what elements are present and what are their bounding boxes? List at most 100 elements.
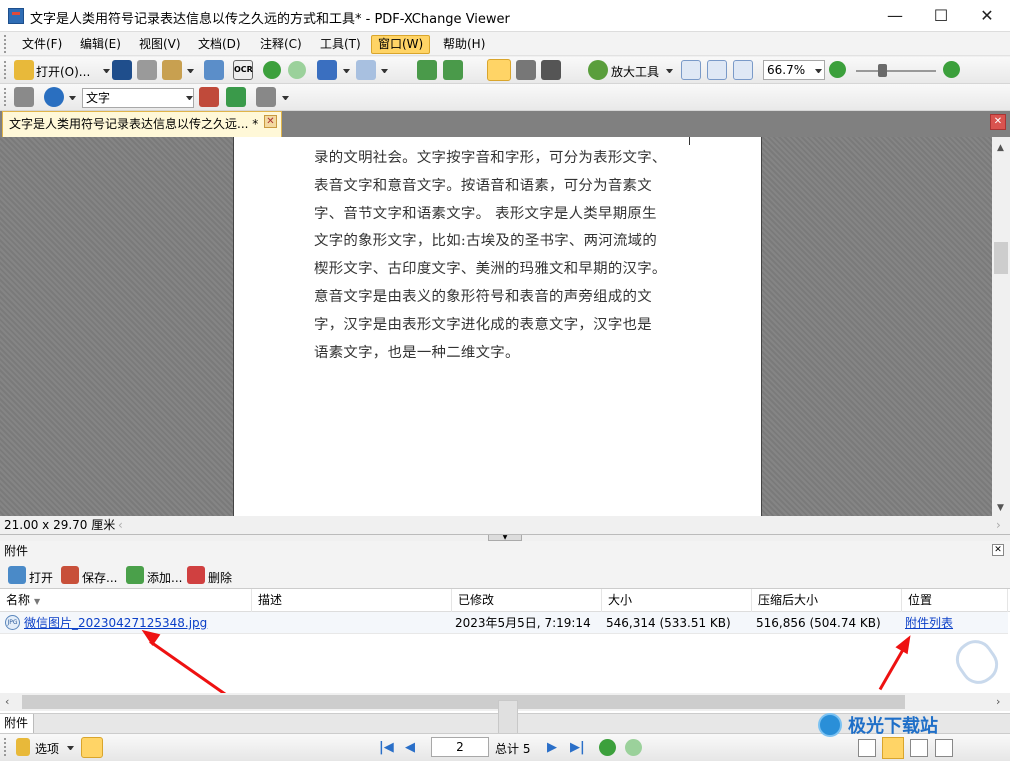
attachment-location-link[interactable]: 附件列表 xyxy=(905,612,953,634)
text-select-icon[interactable] xyxy=(541,60,561,80)
fit-width-icon[interactable] xyxy=(733,60,753,80)
hand-tool-icon[interactable] xyxy=(487,59,511,81)
export-icon[interactable] xyxy=(162,60,182,80)
chevron-down-icon[interactable] xyxy=(282,96,289,100)
chevron-down-icon[interactable] xyxy=(381,69,388,73)
attachments-pane-tab[interactable]: 附件 xyxy=(0,714,34,733)
chevron-down-icon[interactable] xyxy=(69,96,76,100)
continuous-facing-view-icon[interactable] xyxy=(935,739,953,757)
menu-window[interactable]: 窗口(W) xyxy=(371,35,431,54)
chevron-down-icon[interactable] xyxy=(666,69,673,73)
menu-document[interactable]: 文档(D) xyxy=(192,35,247,54)
stamp-icon[interactable] xyxy=(199,87,219,107)
chevron-down-icon[interactable] xyxy=(67,746,74,750)
attachment-panel-toggle-icon[interactable] xyxy=(81,737,103,758)
vertical-scroll-thumb[interactable] xyxy=(994,242,1008,274)
snapshot-camera-icon[interactable] xyxy=(516,60,536,80)
vertical-scrollbar[interactable]: ▲ ▼ xyxy=(992,137,1010,516)
menu-view[interactable]: 视图(V) xyxy=(133,35,187,54)
document-tab[interactable]: 文字是人类用符号记录表达信息以传之久远... * xyxy=(2,111,282,137)
toolbar-grip[interactable] xyxy=(4,88,8,106)
zoom-tool-label[interactable]: 放大工具 xyxy=(611,63,659,80)
chevron-down-icon[interactable] xyxy=(815,69,822,73)
facing-view-icon[interactable] xyxy=(910,739,928,757)
close-document-icon[interactable]: ✕ xyxy=(990,114,1006,130)
menu-file[interactable]: 文件(F) xyxy=(16,35,68,54)
pdf-page[interactable]: 录的文明社会。文字按字音和字形，可分为表形文字、 表音文字和意音文字。按语音和语… xyxy=(233,137,762,516)
scanner-icon[interactable] xyxy=(204,60,224,80)
actual-size-icon[interactable] xyxy=(681,60,701,80)
current-page-input[interactable]: 2 xyxy=(431,737,489,757)
browser-search-icon[interactable] xyxy=(44,87,64,107)
toolbar-grip[interactable] xyxy=(4,35,8,53)
last-page-icon[interactable]: ▶| xyxy=(570,740,585,755)
rotate-left-icon[interactable] xyxy=(417,60,437,80)
column-size-header[interactable]: 大小 xyxy=(602,589,752,612)
first-page-icon[interactable]: |◀ xyxy=(379,740,394,755)
rotate-right-icon[interactable] xyxy=(443,60,463,80)
panel-splitter[interactable]: ▼ xyxy=(0,534,1010,541)
next-page-icon[interactable]: ▶ xyxy=(547,740,557,755)
chevron-down-icon[interactable] xyxy=(186,96,193,100)
fit-page-icon[interactable] xyxy=(707,60,727,80)
scroll-right-icon[interactable]: › xyxy=(996,695,1000,708)
highlight-tool-icon[interactable] xyxy=(256,87,276,107)
minimize-button[interactable]: — xyxy=(872,0,918,32)
flag-options-icon[interactable] xyxy=(16,738,30,756)
delete-attachment-button[interactable]: 删除 xyxy=(208,569,232,586)
back-arrow-icon[interactable] xyxy=(263,61,281,79)
scroll-left-icon[interactable]: ‹ xyxy=(5,695,9,708)
zoom-slider-track[interactable] xyxy=(856,70,936,72)
redo-icon[interactable] xyxy=(356,60,376,80)
panel-close-icon[interactable]: ✕ xyxy=(992,544,1004,556)
sign-icon[interactable] xyxy=(226,87,246,107)
open-button-label[interactable]: 打开(O)... xyxy=(36,63,90,80)
open-attachment-button[interactable]: 打开 xyxy=(29,569,53,586)
print-icon[interactable] xyxy=(137,60,157,80)
save-icon[interactable] xyxy=(112,60,132,80)
scroll-down-icon[interactable]: ▼ xyxy=(997,503,1004,513)
column-compressed-header[interactable]: 压缩后大小 xyxy=(752,589,902,612)
menu-edit[interactable]: 编辑(E) xyxy=(74,35,127,54)
open-attachment-icon[interactable] xyxy=(8,566,26,584)
open-folder-icon[interactable] xyxy=(14,60,34,80)
menu-help[interactable]: 帮助(H) xyxy=(437,35,491,54)
column-location-header[interactable]: 位置 xyxy=(902,589,1008,612)
previous-page-icon[interactable]: ◀ xyxy=(405,740,415,755)
toolbar-grip[interactable] xyxy=(4,61,8,79)
options-button[interactable]: 选项 xyxy=(35,740,59,757)
search-text-input[interactable]: 文字 xyxy=(82,88,194,108)
forward-view-icon[interactable] xyxy=(625,739,642,756)
pane-scroll-handle[interactable] xyxy=(498,700,518,734)
column-name-header[interactable]: 名称 ▼ xyxy=(0,589,252,612)
ocr-icon[interactable]: OCR xyxy=(233,60,253,80)
attachment-name-link[interactable]: 微信图片_20230427125348.jpg xyxy=(24,612,207,634)
chevron-down-icon[interactable] xyxy=(187,69,194,73)
forward-arrow-icon[interactable] xyxy=(288,61,306,79)
chevron-down-icon[interactable] xyxy=(343,69,350,73)
undo-icon[interactable] xyxy=(317,60,337,80)
back-view-icon[interactable] xyxy=(599,739,616,756)
toolbar-grip[interactable] xyxy=(4,738,8,756)
zoom-in-icon[interactable] xyxy=(943,61,960,78)
column-description-header[interactable]: 描述 xyxy=(252,589,452,612)
save-attachment-icon[interactable] xyxy=(61,566,79,584)
chevron-down-icon[interactable] xyxy=(103,69,110,73)
menu-comment[interactable]: 注释(C) xyxy=(254,35,308,54)
add-attachment-icon[interactable] xyxy=(126,566,144,584)
delete-attachment-icon[interactable] xyxy=(187,566,205,584)
save-attachment-button[interactable]: 保存... xyxy=(82,569,117,586)
menu-tools[interactable]: 工具(T) xyxy=(314,35,367,54)
add-attachment-button[interactable]: 添加... xyxy=(147,569,182,586)
zoom-out-icon[interactable] xyxy=(829,61,846,78)
horizontal-scroll-thumb[interactable] xyxy=(22,695,905,709)
close-button[interactable]: ✕ xyxy=(964,0,1010,32)
zoom-in-magnifier-icon[interactable] xyxy=(588,60,608,80)
maximize-button[interactable]: ☐ xyxy=(918,0,964,32)
continuous-view-icon[interactable] xyxy=(882,737,904,759)
tab-close-icon[interactable]: ✕ xyxy=(264,115,277,128)
scroll-right-icon[interactable]: › xyxy=(996,516,1001,534)
search-binoculars-icon[interactable] xyxy=(14,87,34,107)
scroll-up-icon[interactable]: ▲ xyxy=(997,143,1004,153)
zoom-slider-thumb[interactable] xyxy=(878,64,887,77)
